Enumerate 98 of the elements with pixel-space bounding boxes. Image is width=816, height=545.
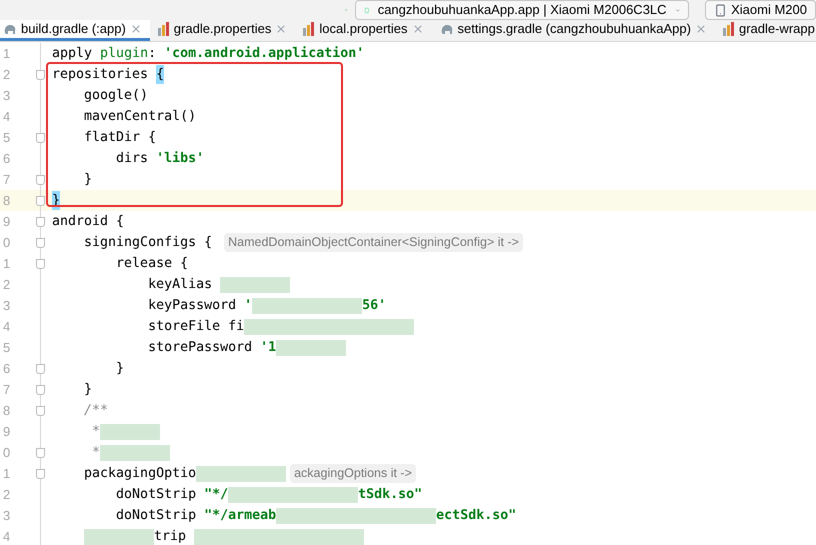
line-number: 1 [2,44,12,63]
line-number: 1 [2,254,12,273]
line-number: 4 [2,108,12,126]
close-icon[interactable] [130,23,142,35]
code-text: doNotStrip [115,486,198,504]
close-icon[interactable] [275,23,288,35]
editor-tab[interactable]: build.gradle (:app) [0,20,150,41]
line-number: 0 [2,444,12,462]
redaction-block [100,424,160,440]
line-number: 4 [2,318,12,336]
code-text: packagingOptio [83,464,196,483]
matched-brace: { [156,64,164,84]
code-string: ' [244,296,252,315]
code-string: tSdk.so" [358,486,422,504]
device-dropdown[interactable]: Xiaomi M200 [705,0,816,20]
code-text: android { [52,212,124,231]
line-number: 2 [2,276,12,294]
fold-marker-icon[interactable] [36,258,45,268]
line-number: 6 [2,360,12,378]
redaction-block [276,508,346,524]
fold-marker-icon[interactable] [36,448,45,458]
code-text: } [83,380,92,399]
code-comment: * [91,422,100,441]
code-text: keyAlias [147,276,214,294]
fold-marker-icon[interactable] [36,174,45,184]
code-string: 'com.android.application' [164,44,364,63]
close-icon[interactable] [412,23,424,35]
code-comment: /** [83,402,108,420]
code-text: dirs [115,150,150,168]
redaction-block [84,528,154,544]
phone-icon [714,4,728,16]
editor-tab[interactable]: settings.gradle (cangzhoubuhuankaApp) [432,20,715,41]
code-keyword: plugin [100,44,148,63]
line-number: 7 [2,380,12,399]
line-number: 0 [2,234,12,252]
code-text: flatDir { [83,128,156,147]
code-text: : [148,44,158,63]
redaction-block [228,486,288,502]
close-icon[interactable] [694,23,707,35]
code-string: 56' [362,296,386,315]
line-number: 2 [2,486,12,504]
code-text: } [83,170,92,189]
fold-marker-icon[interactable] [36,132,45,142]
editor-tab[interactable]: local.properties [295,20,432,41]
editor-tab[interactable]: gradle-wrapp [714,20,816,41]
line-number: 8 [2,402,12,420]
redaction-block [276,340,346,356]
line-number: 5 [2,128,12,147]
bar-chart-icon [303,22,316,36]
code-text: keyPassword [147,296,238,315]
code-text: storePassword [147,338,254,357]
redaction-block [288,486,358,502]
bar-chart-icon [158,22,170,36]
code-string: 'libs' [156,150,204,168]
code-text: repositories [52,66,150,84]
line-number: 9 [2,422,12,441]
redaction-block [100,444,170,460]
run-configuration-dropdown[interactable]: cangzhoubuhuankaApp.app | Xiaomi M2006C3LC [355,0,690,20]
elephant-icon [440,23,454,35]
code-string: "*/ [204,486,228,504]
line-number: 6 [2,150,12,168]
line-number: 9 [2,212,12,231]
code-text: } [115,360,124,378]
code-string: ectSdk.so" [436,506,516,525]
line-number: 8 [2,192,12,210]
fold-marker-icon[interactable] [36,384,45,394]
line-number: 1 [2,464,12,483]
line-number: 3 [2,86,12,105]
redaction-block [220,276,290,292]
fold-marker-icon[interactable] [36,406,45,416]
fold-marker-icon[interactable] [36,70,45,80]
fold-marker-icon[interactable] [36,196,45,206]
line-number: 2 [2,66,12,84]
inlay-hint: ackagingOptions it -> [290,464,416,483]
editor-tab[interactable]: gradle.properties [150,20,296,41]
line-number: 4 [2,528,12,545]
line-number: 7 [2,170,12,189]
code-text: google() [83,86,148,105]
code-string: '1 [260,338,276,357]
code-string: "*/armeab [204,506,276,525]
code-comment: * [91,444,100,462]
elephant-icon [3,23,17,35]
fold-marker-icon[interactable] [36,216,45,226]
line-number: 3 [2,506,12,525]
code-text: mavenCentral() [83,108,196,126]
code-text: doNotStrip [115,506,198,525]
inlay-hint: NamedDomainObjectContainer<SigningConfig> it -> [224,233,523,252]
line-number: 3 [2,296,12,315]
code-text: signingConfigs { [83,234,214,252]
fold-marker-icon[interactable] [36,364,45,374]
fold-marker-icon[interactable] [36,238,45,248]
code-text: storeFile fi [147,318,244,336]
code-text: release { [115,254,188,273]
code-text: apply [52,44,94,63]
fold-marker-icon[interactable] [36,468,45,478]
bar-chart-icon [722,22,735,36]
line-number: 5 [2,338,12,357]
code-text: trip [154,528,188,545]
